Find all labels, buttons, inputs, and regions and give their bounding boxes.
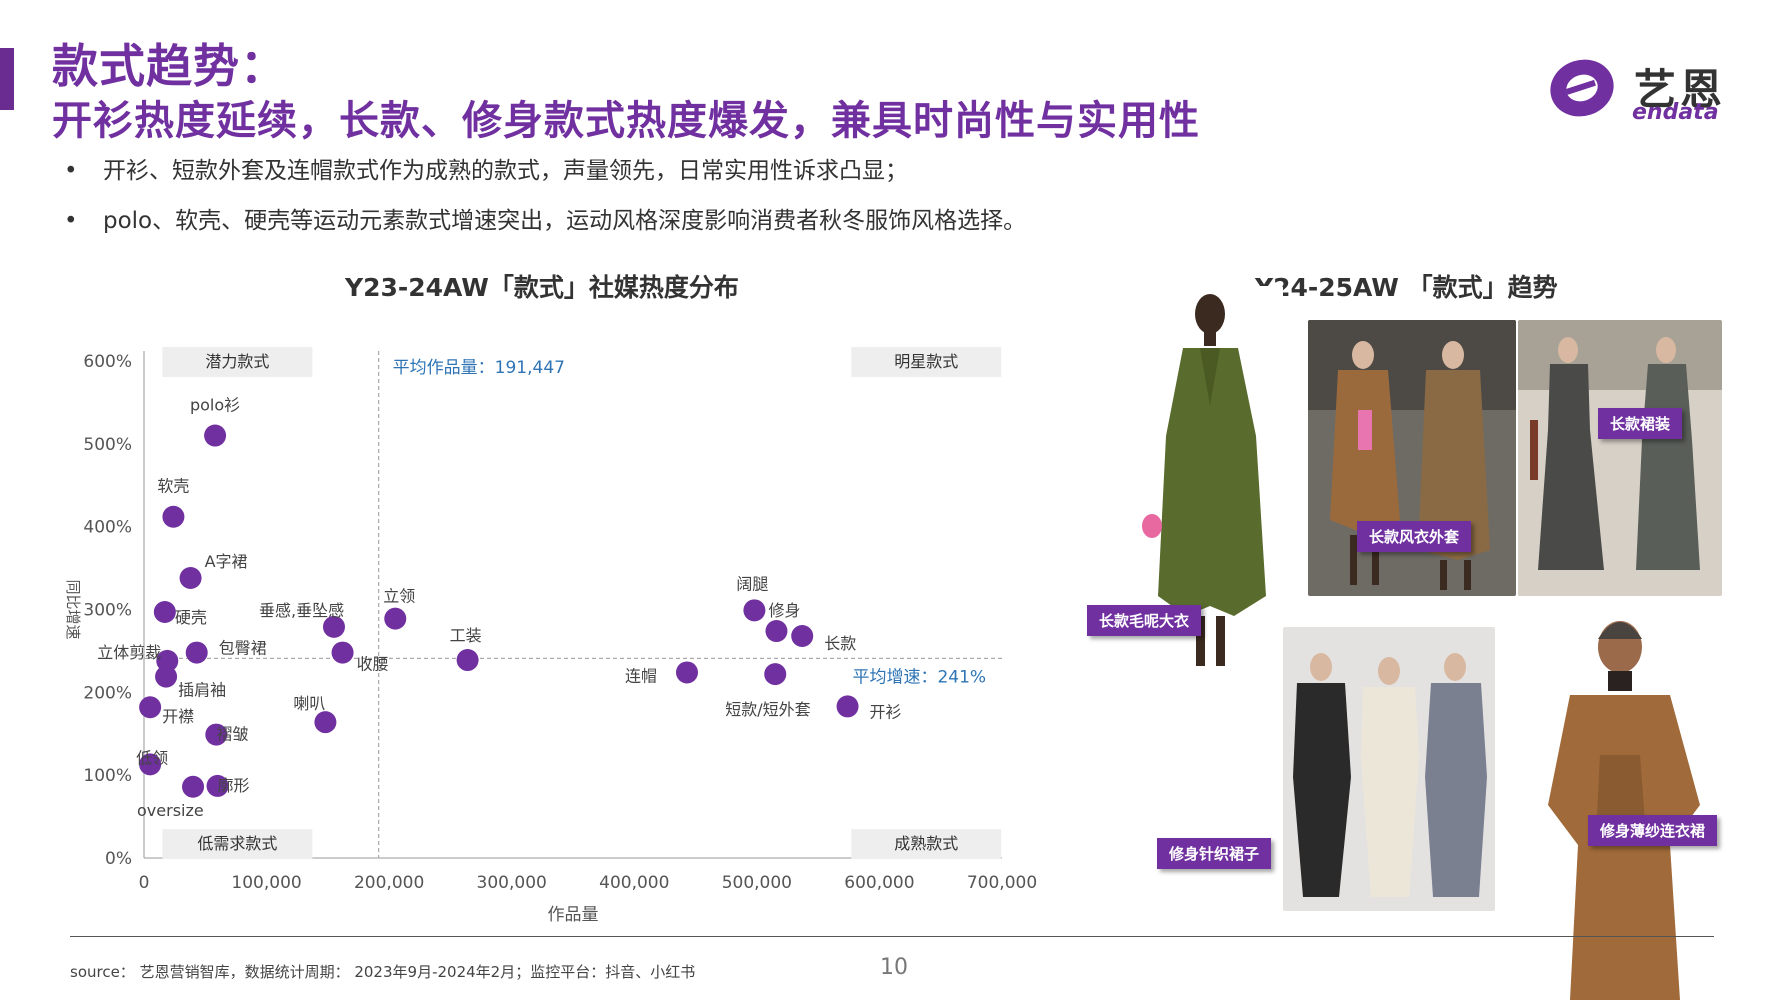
tag-long-trench-coat: 长款风衣外套: [1357, 521, 1472, 552]
data-point-label: 立领: [383, 587, 415, 606]
y-tick-label: 500%: [83, 435, 132, 455]
tag-slim-knit-skirt: 修身针织裙子: [1157, 838, 1272, 869]
bullet-item: • 开衫、短款外套及连帽款式作为成熟的款式，声量领先，日常实用性诉求凸显；: [58, 155, 1026, 205]
avg-growth-label: 平均增速：241%: [852, 667, 986, 687]
x-tick-label: 200,000: [354, 873, 424, 893]
data-point-label: 褶皱: [216, 725, 248, 744]
x-tick-label: 0: [139, 873, 150, 893]
data-point-label: 开襟: [162, 707, 194, 726]
data-point: [456, 649, 479, 672]
y-tick-label: 0%: [105, 849, 132, 869]
y-tick-label: 600%: [83, 352, 132, 372]
data-point-label: 廓形: [218, 776, 250, 795]
x-tick-label: 400,000: [599, 873, 669, 893]
data-point: [162, 505, 185, 528]
data-point: [791, 625, 814, 648]
x-tick-label: 600,000: [844, 873, 914, 893]
data-point-label: 工装: [450, 626, 482, 645]
runway-photo-long-skirts: [1518, 320, 1722, 596]
data-point-label: 连帽: [625, 666, 657, 685]
source-note: source： 艺恩营销智库，数据统计周期： 2023年9月-2024年2月；监…: [70, 963, 696, 981]
bullet-marker: •: [64, 208, 78, 234]
logo-text-en: endata: [1632, 100, 1719, 125]
data-point-label: 喇叭: [293, 694, 325, 713]
data-point: [384, 607, 407, 630]
data-point-label: 垂感,垂坠感: [259, 601, 344, 620]
data-point-label: 收腰: [357, 655, 389, 674]
data-point: [139, 696, 162, 719]
data-point: [743, 599, 766, 622]
page-number: 10: [880, 955, 908, 980]
bullet-text: 开衫、短款外套及连帽款式作为成熟的款式，声量领先，日常实用性诉求凸显；: [103, 158, 908, 184]
data-point-label: 立体剪裁: [97, 643, 161, 662]
data-point-label: polo衫: [190, 396, 240, 415]
quadrant-label-low-demand: 低需求款式: [197, 834, 277, 853]
avg-volume-label: 平均作品量：191,447: [393, 358, 565, 378]
title-accent-bar: [0, 48, 14, 110]
data-point-label: 硬壳: [175, 608, 207, 627]
y-tick-label: 100%: [83, 766, 132, 786]
data-point: [765, 620, 788, 643]
chart-title: Y23-24AW「款式」社媒热度分布: [345, 273, 739, 302]
bullet-text: polo、软壳、硬壳等运动元素款式增速突出，运动风格深度影响消费者秋冬服饰风格选…: [103, 208, 1027, 234]
data-point-label: 包臀裙: [219, 639, 267, 658]
data-point: [314, 711, 337, 734]
data-point-label: oversize: [137, 801, 204, 820]
quadrant-label-potential: 潜力款式: [205, 352, 269, 371]
data-point: [185, 641, 208, 664]
x-tick-label: 100,000: [231, 873, 301, 893]
x-tick-label: 300,000: [477, 873, 547, 893]
data-point-label: A字裙: [205, 552, 248, 571]
y-tick-label: 200%: [83, 683, 132, 703]
y-axis-title: 同比增速: [64, 579, 82, 639]
data-point: [179, 567, 202, 590]
quadrant-label-star: 明星款式: [894, 352, 958, 371]
data-point-label: 短款/短外套: [725, 700, 810, 719]
data-point: [331, 641, 354, 664]
data-point-label: 长款: [824, 634, 856, 653]
data-point: [764, 663, 787, 686]
runway-photo-knit-skirts: [1283, 627, 1495, 911]
data-point: [675, 661, 698, 684]
data-point-label: 低领: [136, 748, 168, 767]
y-tick-label: 400%: [83, 518, 132, 538]
data-point-label: 修身: [768, 601, 800, 620]
x-tick-label: 500,000: [722, 873, 792, 893]
quadrant-label-mature: 成熟款式: [894, 834, 958, 853]
runway-photo-trench-coats: [1308, 320, 1516, 596]
bullet-marker: •: [64, 158, 78, 184]
x-tick-label: 700,000: [967, 873, 1037, 893]
data-point-label: 插肩袖: [178, 681, 226, 700]
tag-long-wool-coat: 长款毛呢大衣: [1087, 605, 1202, 636]
bullet-item: • polo、软壳、硬壳等运动元素款式增速突出，运动风格深度影响消费者秋冬服饰风格…: [58, 205, 1026, 255]
data-point: [836, 695, 859, 718]
data-point-label: 开衫: [870, 702, 902, 721]
data-point-label: 软壳: [157, 477, 189, 496]
runway-photo-sheer-dress: [1520, 605, 1732, 1000]
data-point: [182, 775, 205, 798]
footer-divider: [70, 936, 1714, 937]
data-point: [153, 600, 176, 623]
data-point: [155, 665, 178, 688]
data-point: [204, 424, 227, 447]
page-title: 款式趋势：: [52, 39, 287, 93]
trend-section-title: Y24-25AW 「款式」趋势: [1255, 273, 1558, 302]
scatter-chart: 潜力款式 明星款式低需求款式 成熟款式 平均作品量：191,447 平均增速：241% 0…: [64, 347, 1037, 925]
tag-long-dress: 长款裙装: [1598, 408, 1683, 439]
page-subtitle: 开衫热度延续，长款、修身款式热度爆发，兼具时尚性与实用性: [52, 98, 1200, 144]
tag-slim-sheer-dress: 修身薄纱连衣裙: [1588, 815, 1718, 846]
data-point-label: 阔腿: [736, 574, 768, 593]
x-axis-title: 作品量: [548, 905, 599, 925]
bullet-list: • 开衫、短款外套及连帽款式作为成熟的款式，声量领先，日常实用性诉求凸显； • po…: [58, 155, 1026, 255]
y-tick-label: 300%: [83, 601, 132, 621]
